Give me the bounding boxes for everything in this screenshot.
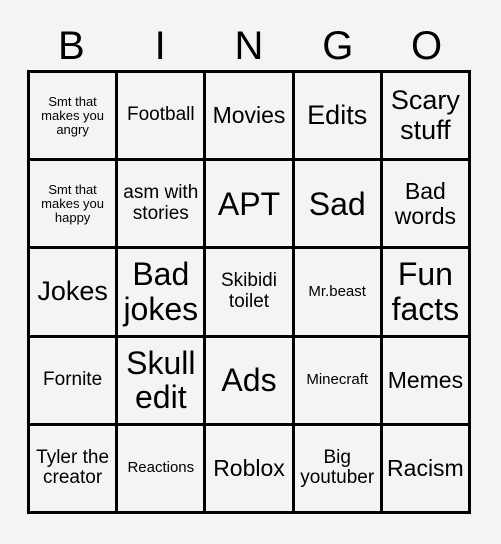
bingo-cell[interactable]: Jokes — [30, 249, 119, 338]
bingo-cell[interactable]: Memes — [382, 337, 471, 426]
bingo-cell-label: Mr.beast — [308, 282, 366, 300]
bingo-cell[interactable]: Tyler the creator — [30, 425, 119, 514]
bingo-cell[interactable]: Mr.beast — [294, 249, 383, 338]
bingo-cell[interactable]: Football — [118, 73, 207, 162]
bingo-grid: Smt that makes you angry Football Movies… — [27, 70, 471, 514]
bingo-cell-label: Reactions — [127, 459, 195, 477]
bingo-cell-label: Roblox — [213, 454, 285, 481]
bingo-cell[interactable]: Movies — [206, 73, 295, 162]
bingo-cell-label: Scary stuff — [390, 85, 460, 145]
bingo-header-letter-i: I — [154, 24, 166, 68]
bingo-cell[interactable]: APT — [206, 161, 295, 250]
bingo-cell-label: Big youtuber — [300, 446, 375, 489]
bingo-cell[interactable]: Fun facts — [382, 249, 471, 338]
bingo-cell[interactable]: Skull edit — [118, 337, 207, 426]
bingo-cell-label: Sad — [308, 185, 366, 222]
bingo-cell-label: Fun facts — [391, 256, 460, 327]
bingo-cell[interactable]: Racism — [382, 425, 471, 514]
bingo-cell-label: Jokes — [37, 276, 108, 307]
bingo-cell[interactable]: Minecraft — [294, 337, 383, 426]
bingo-cell[interactable]: asm with stories — [118, 161, 207, 250]
bingo-cell-label: Memes — [387, 366, 464, 393]
bingo-cell-label: Football — [126, 104, 195, 126]
bingo-cell-label: Smt that makes you happy — [41, 181, 105, 225]
bingo-cell-label: asm with stories — [123, 182, 199, 224]
bingo-cell[interactable]: Smt that makes you angry — [30, 73, 119, 162]
bingo-cell[interactable]: Edits — [294, 73, 383, 162]
bingo-cell-label: Skibidi toilet — [221, 270, 277, 312]
bingo-cell-label: Bad words — [394, 177, 457, 229]
bingo-cell[interactable]: Reactions — [118, 425, 207, 514]
bingo-card: B I N G O Smt that makes you angry Footb… — [0, 0, 501, 544]
bingo-cell-label: Bad jokes — [123, 256, 199, 327]
bingo-header-letter-o: O — [411, 24, 443, 68]
bingo-cell[interactable]: Smt that makes you happy — [30, 161, 119, 250]
bingo-cell-label: Fornite — [43, 368, 103, 390]
bingo-cell-label: Smt that makes you angry — [41, 93, 105, 137]
bingo-cell[interactable]: Roblox — [206, 425, 295, 514]
bingo-cell-label: Racism — [387, 454, 464, 481]
bingo-header: B I N G O — [27, 22, 471, 70]
bingo-cell[interactable]: Fornite — [30, 337, 119, 426]
bingo-cell-label: APT — [217, 185, 281, 222]
bingo-header-letter-n: N — [234, 24, 264, 68]
bingo-header-letter-g: G — [322, 24, 354, 68]
bingo-cell[interactable]: Ads — [206, 337, 295, 426]
bingo-cell-label: Skull edit — [126, 344, 196, 416]
bingo-cell[interactable]: Scary stuff — [382, 73, 471, 162]
bingo-cell-label: Edits — [307, 100, 368, 131]
bingo-cell-label: Tyler the creator — [36, 446, 110, 489]
bingo-cell[interactable]: Skibidi toilet — [206, 249, 295, 338]
bingo-cell-label: Ads — [221, 361, 277, 398]
bingo-header-letter-b: B — [58, 24, 85, 68]
bingo-cell-label: Minecraft — [306, 371, 369, 389]
bingo-cell[interactable]: Bad words — [382, 161, 471, 250]
bingo-cell-label: Movies — [212, 102, 286, 129]
bingo-cell[interactable]: Bad jokes — [118, 249, 207, 338]
bingo-cell[interactable]: Sad — [294, 161, 383, 250]
bingo-cell[interactable]: Big youtuber — [294, 425, 383, 514]
